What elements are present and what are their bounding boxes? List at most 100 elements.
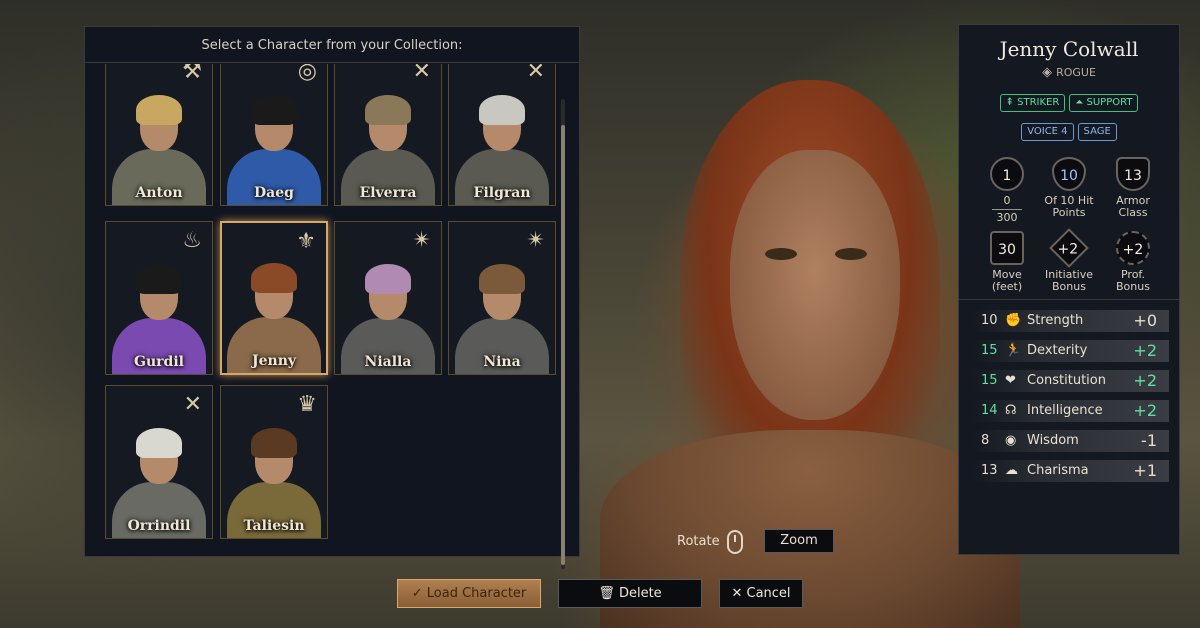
- ability-score: 8: [981, 433, 990, 448]
- role-tag-striker: ⇞ STRIKER: [999, 94, 1066, 112]
- character-card-name: Gurdil: [134, 354, 184, 370]
- character-card-nialla[interactable]: ✴ Nialla: [334, 221, 442, 375]
- character-card-filgran[interactable]: ✕ Filgran: [448, 64, 556, 206]
- xp-next: 300: [996, 211, 1018, 224]
- shield-icon: 13: [1116, 157, 1150, 191]
- ability-modifier: +2: [1133, 371, 1157, 390]
- ability-score: 15: [981, 373, 998, 388]
- rogue-icon: ◈: [1042, 65, 1053, 80]
- move-label: Move (feet): [991, 268, 1023, 293]
- load-character-button[interactable]: ✓ Load Character: [397, 579, 541, 608]
- ability-score: 10: [981, 313, 998, 328]
- striker-icon: ⇞: [1005, 97, 1014, 108]
- ability-name: Dexterity: [1027, 343, 1088, 358]
- character-card-daeg[interactable]: ◎ Daeg: [220, 64, 328, 206]
- collection-title: Select a Character from your Collection:: [85, 27, 579, 63]
- bard-icon: ♛: [297, 392, 317, 417]
- model-eye-left: [765, 248, 797, 260]
- character-card-taliesin[interactable]: ♛ Taliesin: [220, 385, 328, 539]
- ability-intelligence: 14 ☊ Intelligence +2: [973, 400, 1169, 422]
- sorcerer-icon: ♨: [182, 228, 202, 253]
- brain-icon: ☊: [1005, 403, 1017, 418]
- initiative-value: +2: [1057, 241, 1078, 258]
- xp-current: 0: [1003, 194, 1011, 207]
- info-divider: [959, 299, 1179, 300]
- eye-icon: ◉: [1005, 433, 1017, 448]
- ability-name: Strength: [1027, 313, 1084, 328]
- arrow-icon: 30: [990, 231, 1024, 265]
- scrollbar-thumb[interactable]: [561, 125, 565, 565]
- character-card-name: Nina: [483, 354, 521, 370]
- ability-wisdom: 8 ◉ Wisdom -1: [973, 430, 1169, 452]
- role-tag-support: ⏶ SUPPORT: [1069, 94, 1139, 112]
- ability-score: 15: [981, 343, 998, 358]
- character-card-elverra[interactable]: ✕ Elverra: [334, 64, 442, 206]
- ability-name: Constitution: [1027, 373, 1106, 388]
- role-tags: ⇞ STRIKER ⏶ SUPPORT: [959, 94, 1179, 112]
- rogue-icon: ⚜: [296, 229, 316, 254]
- character-card-jenny[interactable]: ⚜ Jenny: [220, 221, 328, 375]
- heart-icon: ❤: [1005, 373, 1016, 388]
- diamond-icon: +2: [1049, 228, 1089, 268]
- barbarian-icon: ✕: [183, 392, 202, 417]
- close-icon: ✕: [731, 586, 743, 601]
- portrait-hair: [251, 263, 297, 293]
- character-card-name: Taliesin: [243, 518, 305, 534]
- ranger-icon: ◎: [297, 64, 317, 84]
- move-stat: 30 Move (feet): [977, 231, 1037, 293]
- barbarian-icon: ✕: [412, 64, 431, 84]
- level-stat: 1 0 300: [977, 157, 1037, 224]
- xp-divider: [992, 209, 1022, 210]
- cancel-label: Cancel: [746, 586, 791, 601]
- character-collection-panel: Select a Character from your Collection:…: [84, 26, 580, 569]
- extra-tags: VOICE 4 SAGE: [959, 123, 1179, 141]
- trash-icon: 🗑: [598, 586, 615, 601]
- barbarian-icon: ✕: [526, 64, 545, 84]
- character-card-orrindil[interactable]: ✕ Orrindil: [105, 385, 213, 539]
- ability-charisma: 13 ☁ Charisma +1: [973, 460, 1169, 482]
- cleric-icon: ✴: [412, 228, 431, 253]
- heart-icon: 10: [1052, 157, 1086, 191]
- character-card-name: Elverra: [359, 185, 417, 201]
- character-name: Jenny Colwall: [999, 37, 1139, 61]
- character-card-anton[interactable]: ⚒ Anton: [105, 64, 213, 206]
- ability-name: Charisma: [1027, 463, 1089, 478]
- ability-score: 14: [981, 403, 998, 418]
- character-card-name: Jenny: [251, 353, 297, 369]
- character-card-name: Filgran: [473, 185, 531, 201]
- fist-icon: ✊: [1005, 313, 1022, 328]
- character-card-nina[interactable]: ✴ Nina: [448, 221, 556, 375]
- zoom-button[interactable]: Zoom: [764, 529, 834, 553]
- cancel-button[interactable]: ✕ Cancel: [719, 579, 803, 608]
- proficiency-stat: +2 Prof. Bonus: [1103, 231, 1163, 293]
- hit-points-stat: 10 Of 10 Hit Points: [1039, 157, 1099, 219]
- portrait-hair: [251, 95, 297, 125]
- model-face: [730, 150, 900, 420]
- character-card-name: Nialla: [364, 354, 412, 370]
- speech-icon: ☁: [1005, 463, 1018, 478]
- ability-dexterity: 15 🏃 Dexterity +2: [973, 340, 1169, 362]
- class-label: ROGUE: [1056, 66, 1096, 79]
- character-card-name: Anton: [135, 185, 183, 201]
- ability-modifier: +0: [1133, 311, 1157, 330]
- load-label: Load Character: [426, 586, 527, 601]
- ability-modifier: +2: [1133, 341, 1157, 360]
- character-class: ◈ ROGUE: [959, 65, 1179, 80]
- portrait-hair: [479, 95, 525, 125]
- portrait-hair: [136, 428, 182, 458]
- cleric-icon: ✴: [526, 228, 545, 253]
- role-label: STRIKER: [1017, 97, 1060, 108]
- portrait-hair: [365, 264, 411, 294]
- proficiency-label: Prof. Bonus: [1116, 268, 1150, 293]
- character-card-name: Daeg: [254, 185, 294, 201]
- character-card-gurdil[interactable]: ♨ Gurdil: [105, 221, 213, 375]
- delete-label: Delete: [618, 586, 662, 601]
- runner-icon: 🏃: [1005, 343, 1022, 358]
- rotate-label: Rotate: [677, 534, 720, 549]
- delete-button[interactable]: 🗑 Delete: [558, 579, 702, 608]
- fighter-icon: ⚒: [182, 64, 202, 84]
- portrait-hair: [365, 95, 411, 125]
- character-card-name: Orrindil: [127, 518, 191, 534]
- armor-class-stat: 13 Armor Class: [1103, 157, 1163, 219]
- mouse-icon: [727, 530, 743, 554]
